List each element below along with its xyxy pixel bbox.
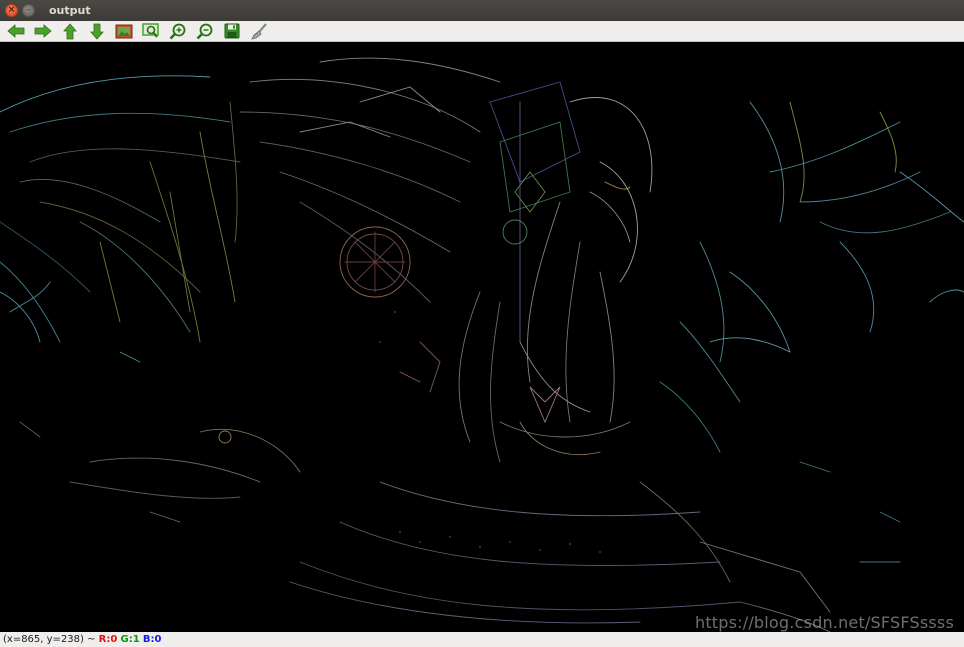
zoom-in-button[interactable] (167, 22, 188, 41)
zoom-region-icon (141, 23, 159, 38)
pixel-green-value: G:1 (120, 634, 140, 645)
cursor-coordinates: (x=865, y=238) ~ (3, 634, 99, 645)
image-canvas[interactable]: https://blog.csdn.net/SFSFSssss (0, 42, 964, 632)
arrow-down-icon (89, 23, 104, 40)
brush-icon (250, 22, 267, 40)
status-bar: (x=865, y=238) ~ R:0 G:1 B:0 (0, 632, 964, 647)
save-icon (224, 23, 239, 39)
window-title: output (49, 4, 91, 17)
close-icon: × (7, 5, 16, 15)
close-button[interactable]: × (5, 4, 18, 17)
save-button[interactable] (221, 22, 242, 41)
pan-down-button[interactable] (86, 22, 107, 41)
toolbar (0, 21, 964, 42)
image-icon (115, 24, 132, 38)
arrow-up-icon (62, 22, 77, 39)
arrow-left-icon (6, 24, 24, 38)
minimize-button[interactable]: – (22, 4, 35, 17)
zoom-out-icon (196, 23, 212, 39)
pan-right-button[interactable] (32, 22, 53, 41)
minimize-icon: – (26, 5, 31, 15)
arrow-right-icon (34, 24, 52, 38)
watermark-text: https://blog.csdn.net/SFSFSssss (694, 613, 954, 632)
pan-left-button[interactable] (5, 22, 26, 41)
zoom-reset-button[interactable] (113, 22, 134, 41)
pixel-blue-value: B:0 (142, 634, 162, 645)
pan-up-button[interactable] (59, 22, 80, 41)
zoom-out-button[interactable] (194, 22, 215, 41)
properties-button[interactable] (248, 22, 269, 41)
pixel-red-value: R:0 (98, 634, 118, 645)
edge-detected-image (0, 42, 964, 632)
title-bar[interactable]: × – output (0, 0, 964, 21)
zoom-in-icon (169, 23, 185, 39)
zoom-fit-button[interactable] (140, 22, 161, 41)
opencv-window: × – output https://blog.csdn.net/SFSFSss… (0, 0, 964, 647)
